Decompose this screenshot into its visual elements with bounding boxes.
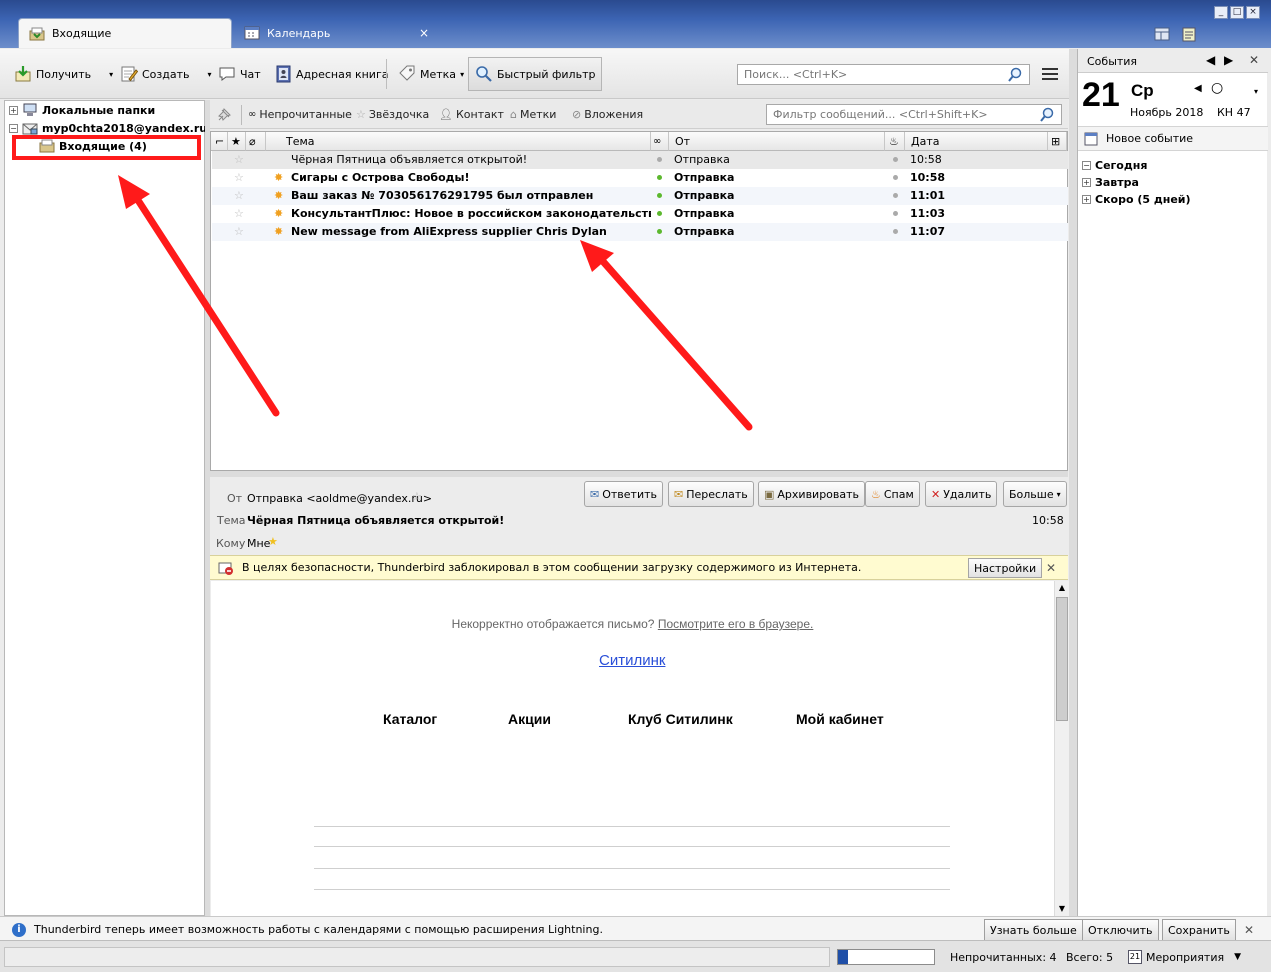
annotation-arrows xyxy=(118,175,753,431)
thunderbird-window: Входящие Календарь × _ □ × Получить ▾ Со… xyxy=(0,0,1271,972)
